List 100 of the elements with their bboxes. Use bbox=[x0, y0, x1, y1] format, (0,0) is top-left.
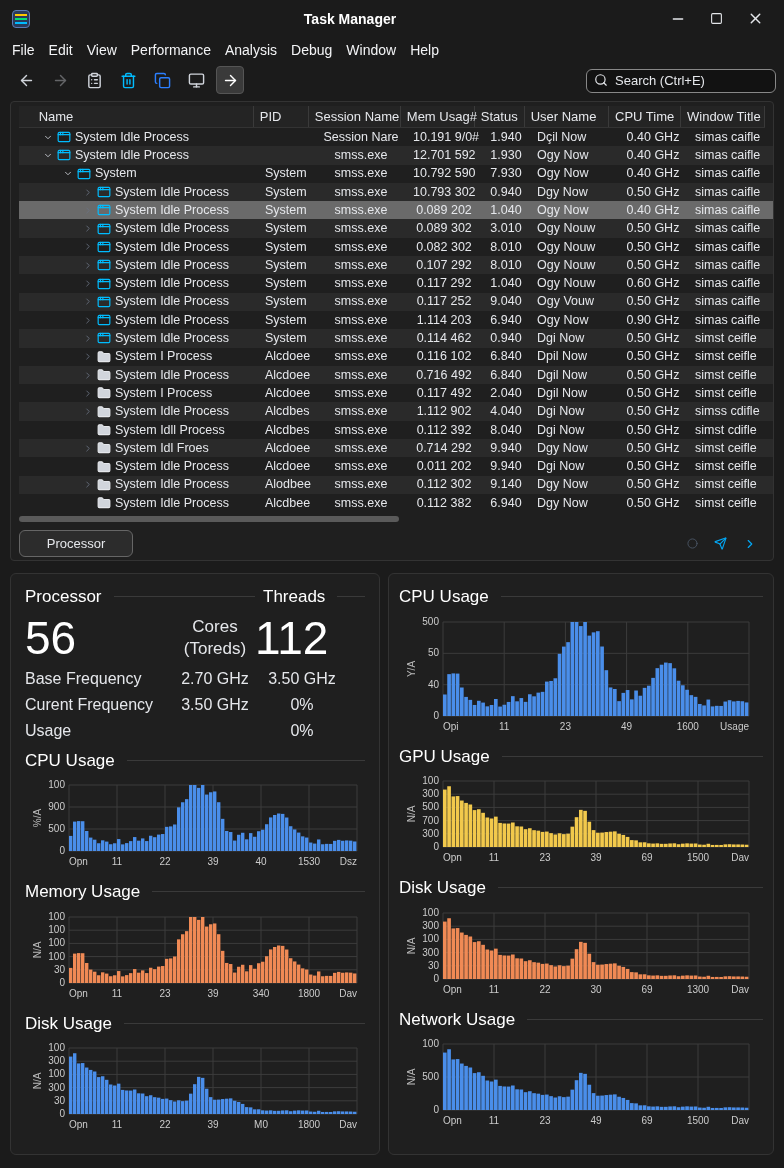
axis-tick-label: Dsz bbox=[339, 856, 357, 867]
toolbar-button[interactable] bbox=[216, 66, 244, 94]
table-cell-text: 0.082 302 bbox=[415, 238, 473, 256]
table-cell-text: 0.940 bbox=[489, 183, 523, 201]
table-cell-text: 4.040 bbox=[489, 403, 523, 421]
menu-item[interactable]: Window bbox=[346, 39, 397, 61]
table-cell-text: smss.exe bbox=[333, 293, 389, 311]
axis-tick-label: 1530 bbox=[297, 856, 321, 867]
table-cell-text: Dgil Now bbox=[537, 366, 588, 384]
table-row[interactable]: System Idle Process System smss.exe 0.114 462 0.940 Dgi Now 0.50 GHz simst ceifle bbox=[19, 329, 773, 348]
table-cell-text: simst ceifle bbox=[695, 348, 758, 366]
table-cell-text: System Idll Process bbox=[115, 421, 225, 439]
stat-text: 3.50 GHz bbox=[268, 668, 336, 689]
table-cell-text: simst ceifle bbox=[695, 476, 758, 494]
axis-tick-label: 300 bbox=[422, 827, 439, 839]
axis-tick-label: 100 bbox=[48, 936, 65, 948]
send-icon[interactable] bbox=[714, 537, 727, 551]
axis-tick-label: Dav bbox=[731, 983, 749, 995]
table-cell-text: System bbox=[265, 330, 308, 348]
table-row[interactable]: System Idle Process System smss.exe 0.089 302 3.010 Ogy Nouw 0.50 GHz simas caifle bbox=[19, 219, 773, 238]
axis-tick-label: 1800 bbox=[297, 987, 321, 999]
menu-item[interactable]: Edit bbox=[48, 39, 73, 61]
table-cell-text: smss.exe bbox=[333, 311, 389, 329]
axis-tick-label: 30 bbox=[53, 963, 65, 975]
table-cell-text: System Idle Process bbox=[75, 147, 189, 165]
axis-tick-label: 340 bbox=[252, 987, 270, 999]
table-cell-text: Alcdoee bbox=[265, 348, 311, 366]
app-icon bbox=[12, 9, 30, 28]
axis-tick-label: 300 bbox=[48, 1055, 65, 1067]
menu-item[interactable]: Help bbox=[410, 39, 439, 61]
cores-value: 56 bbox=[25, 610, 78, 666]
table-cell-text: Alcdoee bbox=[265, 439, 311, 457]
table-cell-text: smss.exe bbox=[333, 330, 389, 348]
table-cell-text: smss.exe bbox=[333, 458, 389, 476]
horizontal-scrollbar[interactable] bbox=[19, 516, 399, 523]
menu-item[interactable]: View bbox=[86, 39, 117, 61]
column-header[interactable]: Mem Usag# bbox=[400, 106, 475, 127]
window-icon bbox=[57, 148, 71, 163]
table-row[interactable]: System Idle Process Alcdbes smss.exe 1.112 902 4.040 Dgi Now 0.50 GHz simss cdifle bbox=[19, 402, 773, 421]
window-icon bbox=[97, 239, 111, 254]
table-cell-text: 0.716 492 bbox=[415, 366, 473, 384]
table-cell-text: System Idle Process bbox=[115, 220, 229, 238]
caret-icon[interactable] bbox=[83, 387, 93, 399]
table-cell-text: Dgi Now bbox=[537, 421, 586, 439]
section-heading: CPU Usage bbox=[399, 586, 489, 608]
caret-icon[interactable] bbox=[83, 314, 93, 326]
circle-icon[interactable] bbox=[687, 538, 698, 550]
axis-tick-label: 22 bbox=[539, 983, 551, 995]
table-cell-text: smss.exe bbox=[333, 256, 389, 274]
table-cell-text: System bbox=[95, 165, 137, 183]
caret-icon[interactable] bbox=[83, 351, 93, 363]
axis-label: N/A bbox=[406, 937, 417, 954]
column-header[interactable]: Session Name bbox=[308, 106, 401, 127]
table-row[interactable]: System Idle Process smss.exe 12.701 592 1.930 Ogy Now 0.40 GHz simas caifle bbox=[19, 146, 773, 165]
table-cell-text: System Idle Process bbox=[115, 403, 229, 421]
table-cell-text: 3.010 bbox=[489, 220, 523, 238]
axis-tick-label: 23 bbox=[539, 1115, 551, 1126]
column-header[interactable]: PID bbox=[253, 106, 309, 127]
caret-icon[interactable] bbox=[83, 278, 93, 290]
menu-item[interactable]: File bbox=[12, 39, 35, 61]
column-header[interactable]: User Name bbox=[524, 106, 609, 127]
table-cell-text: System bbox=[265, 183, 308, 201]
axis-tick-label: 300 bbox=[422, 919, 439, 931]
caret-icon[interactable] bbox=[83, 241, 93, 253]
axis-tick-label: 11 bbox=[111, 1119, 123, 1130]
table-cell-text: 0.50 GHz bbox=[625, 238, 681, 256]
axis-tick-label: 11 bbox=[488, 1115, 500, 1126]
table-row[interactable]: System Idle Process System smss.exe 0.107 292 8.010 Ogy Nouw 0.50 GHz simas caifle bbox=[19, 256, 773, 275]
processor-button[interactable]: Processor bbox=[19, 530, 133, 558]
axis-tick-label: 500 bbox=[48, 823, 65, 834]
table-cell-text: 8.010 bbox=[489, 256, 523, 274]
maximize-icon[interactable] bbox=[710, 12, 723, 25]
stat-text: 0% bbox=[290, 694, 314, 715]
search-field[interactable]: Search (Ctrl+E) bbox=[586, 68, 776, 93]
table-cell-text: simst ceifle bbox=[695, 494, 758, 512]
table-cell-text: Alcdbes bbox=[265, 403, 310, 421]
column-header[interactable]: Name bbox=[32, 106, 254, 127]
table-row[interactable]: System Idle Process System smss.exe 0.089 202 1.040 Ogy Now 0.40 GHz simas caifle bbox=[19, 201, 773, 220]
folder-icon bbox=[97, 404, 111, 419]
axis-tick-label: 500 bbox=[422, 615, 439, 627]
table-cell-text: simas caifle bbox=[695, 128, 762, 146]
table-cell-text: 0.50 GHz bbox=[625, 348, 681, 366]
table-cell-text: smss.exe bbox=[333, 384, 389, 402]
table-cell-text: System bbox=[265, 220, 308, 238]
table-cell-text: System Idle Process bbox=[75, 128, 189, 146]
menu-item[interactable]: Debug bbox=[291, 39, 333, 61]
window-icon bbox=[97, 313, 111, 328]
table-cell-text: 9.940 bbox=[489, 458, 523, 476]
menu-item[interactable]: Performance bbox=[130, 39, 211, 61]
table-cell-text: 0.50 GHz bbox=[625, 494, 681, 512]
axis-tick-label: 100 bbox=[422, 906, 439, 918]
axis-tick-label: 100 bbox=[48, 910, 65, 922]
table-cell-text: simas caifle bbox=[695, 275, 762, 293]
table-cell-text: System bbox=[265, 311, 308, 329]
table-row[interactable]: System Idl Froes Alcdoee smss.exe 0.714 292 9.940 Dgy Now 0.50 GHz simst ceifle bbox=[19, 439, 773, 458]
axis-tick-label: 11 bbox=[111, 987, 123, 999]
menu-item[interactable]: Analysis bbox=[224, 39, 278, 61]
column-header[interactable]: CPU Time bbox=[609, 106, 681, 127]
table-cell-text: 0.40 GHz bbox=[625, 201, 681, 219]
column-header[interactable]: Window Title bbox=[681, 106, 765, 127]
